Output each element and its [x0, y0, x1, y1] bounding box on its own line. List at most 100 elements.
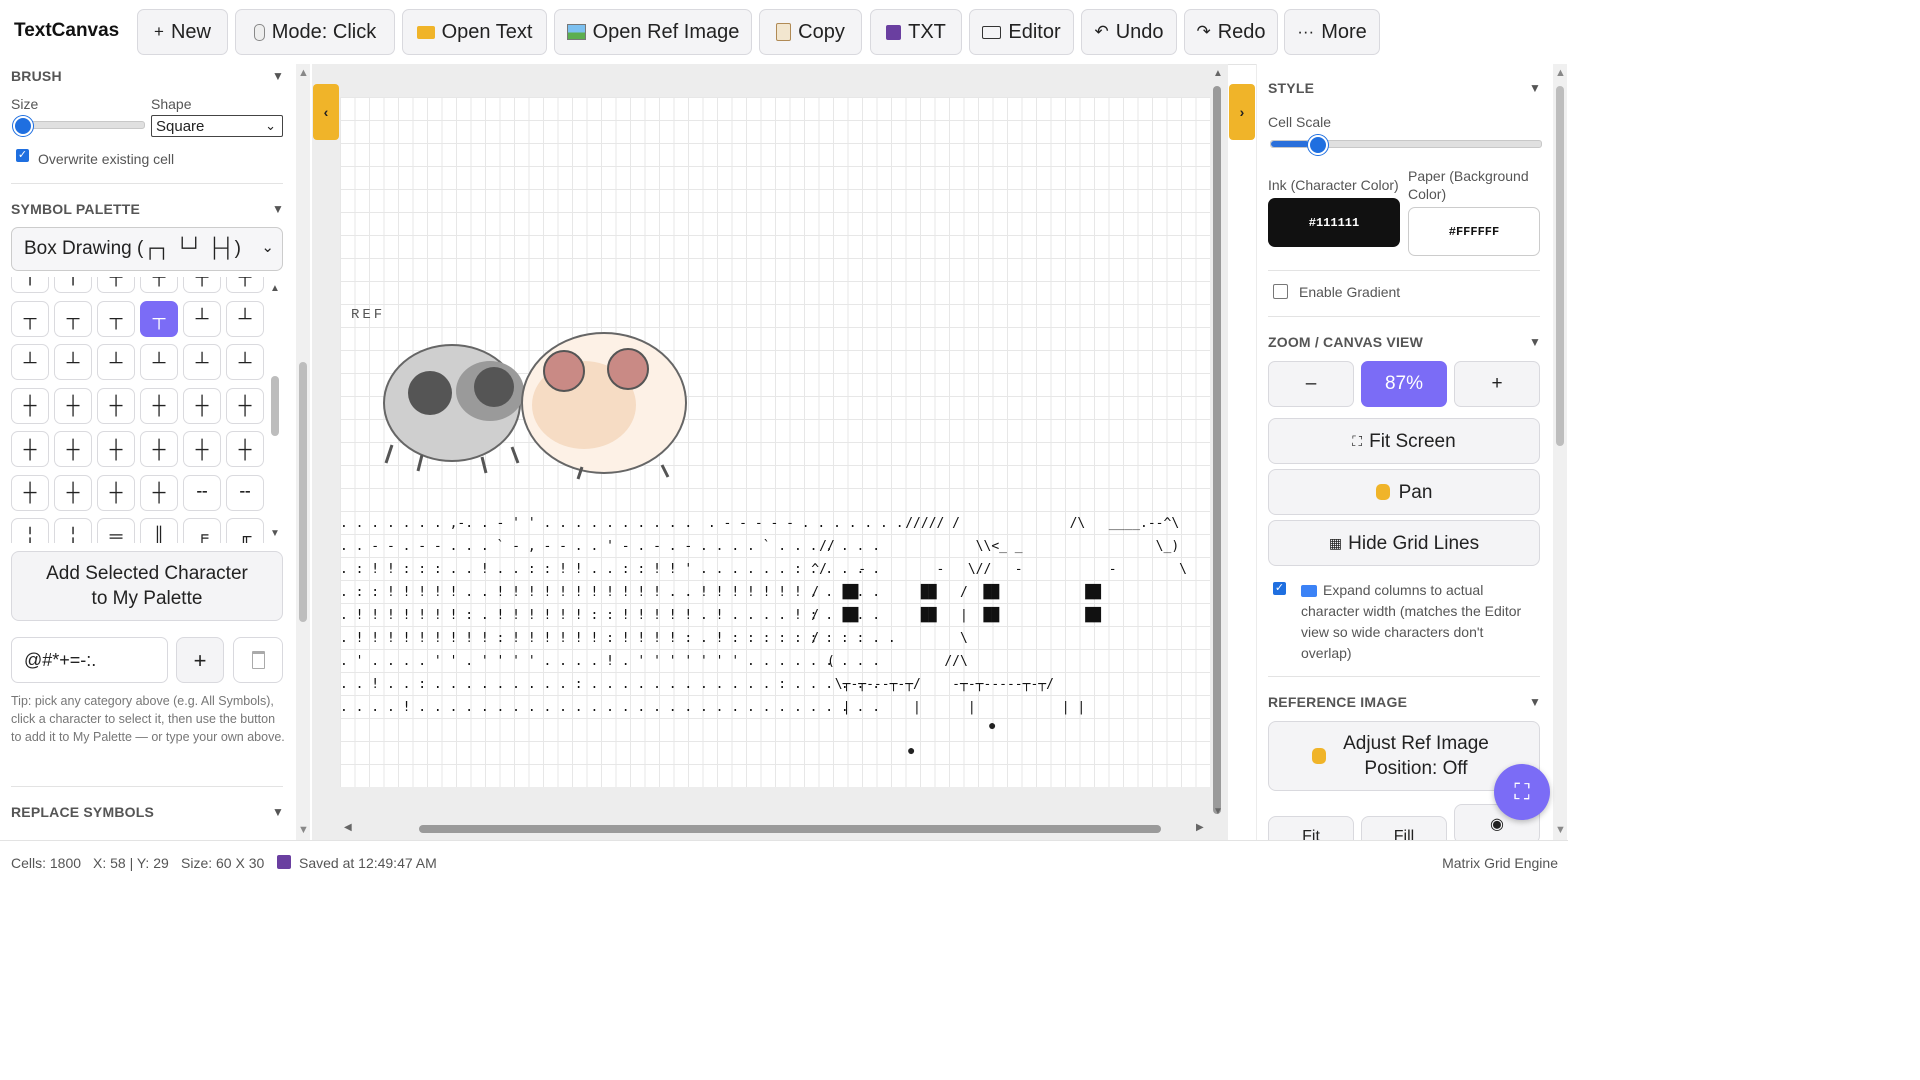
symbol-button[interactable]: ┼ [140, 474, 178, 511]
symbol-button[interactable]: ┼ [54, 387, 92, 424]
symbol-button[interactable]: ┼ [140, 431, 178, 467]
symbol-button[interactable]: ┼ [54, 474, 92, 511]
palette-scrollbar-thumb[interactable] [271, 376, 279, 436]
collapse-triangle-icon[interactable]: ▼ [1529, 335, 1541, 349]
symbol-button[interactable]: ┴ [11, 344, 49, 380]
symbol-category-select[interactable]: Box Drawing (┌┐ └┘ ├┤) ⌄ [11, 227, 283, 271]
symbol-button[interactable]: ┴ [97, 344, 135, 380]
symbol-button[interactable]: ╷ [11, 277, 49, 293]
shape-select[interactable]: Square ⌄ [151, 115, 283, 137]
left-panel-scrollbar-thumb[interactable] [299, 362, 307, 622]
collapse-triangle-icon[interactable]: ▼ [272, 69, 284, 83]
hide-grid-lines-button[interactable]: ▦ Hide Grid Lines [1268, 520, 1540, 566]
symbol-button[interactable]: ╒ [183, 518, 221, 543]
scroll-up-icon[interactable]: ▲ [1555, 67, 1566, 79]
txt-button[interactable]: TXT [870, 9, 962, 55]
symbol-button[interactable]: ┼ [226, 431, 264, 467]
symbol-button[interactable]: ╤ [226, 277, 264, 293]
overwrite-checkbox[interactable]: ✓ [16, 149, 29, 162]
symbol-button[interactable]: ┬ [140, 300, 178, 337]
scroll-down-icon[interactable]: ▼ [1213, 806, 1223, 817]
symbol-button[interactable]: ┴ [183, 344, 221, 380]
right-panel-scrollbar-thumb[interactable] [1556, 86, 1564, 446]
symbol-button[interactable]: ┼ [11, 474, 49, 511]
pan-button[interactable]: Pan [1268, 469, 1540, 515]
open-text-button[interactable]: Open Text [402, 9, 547, 55]
symbol-button[interactable]: ╎ [54, 518, 92, 543]
zoom-in-button[interactable]: + [1454, 361, 1540, 407]
new-button[interactable]: + New [137, 9, 228, 55]
symbol-button[interactable]: ┬ [54, 300, 92, 337]
symbol-button[interactable]: ┼ [140, 387, 178, 424]
symbol-button[interactable]: ┼ [183, 431, 221, 467]
symbol-button[interactable]: ┴ [226, 300, 264, 337]
scroll-right-icon[interactable]: ▶ [1196, 822, 1204, 833]
cell-scale-slider-thumb[interactable] [1308, 135, 1328, 155]
floppy-disk-icon [277, 855, 291, 869]
zoom-level[interactable]: 87% [1361, 361, 1447, 407]
collapse-triangle-icon[interactable]: ▼ [272, 805, 284, 819]
symbol-button[interactable]: ┼ [226, 387, 264, 424]
custom-symbols-input[interactable]: @#*+=-:. [11, 637, 168, 683]
symbol-button[interactable]: ═ [97, 518, 135, 543]
open-ref-image-button[interactable]: Open Ref Image [554, 9, 752, 55]
add-symbol-button[interactable]: + [176, 637, 224, 683]
brush-size-slider-thumb[interactable] [13, 116, 33, 136]
reference-image [383, 332, 687, 480]
scroll-down-icon[interactable]: ▼ [270, 528, 280, 539]
symbol-button[interactable]: ╤ [183, 277, 221, 293]
collapse-triangle-icon[interactable]: ▼ [1529, 81, 1541, 95]
scroll-up-icon[interactable]: ▲ [298, 67, 309, 79]
ink-color-swatch[interactable]: #111111 [1268, 198, 1400, 247]
canvas-vertical-scrollbar[interactable] [1213, 86, 1221, 814]
collapse-left-tab[interactable]: ‹ [313, 84, 339, 140]
symbol-button[interactable]: ┼ [183, 387, 221, 424]
fullscreen-fab-button[interactable]: ⛶ [1494, 764, 1550, 820]
symbol-button[interactable]: ┼ [11, 387, 49, 424]
editor-button[interactable]: Editor [969, 9, 1074, 55]
canvas-horizontal-scrollbar[interactable] [419, 825, 1161, 833]
symbol-button[interactable]: ┬ [97, 300, 135, 337]
symbol-button[interactable]: ┴ [54, 344, 92, 380]
delete-symbol-button[interactable] [233, 637, 283, 683]
symbol-button[interactable]: ┴ [183, 300, 221, 337]
collapse-triangle-icon[interactable]: ▼ [1529, 695, 1541, 709]
symbol-button[interactable]: ┴ [140, 344, 178, 380]
symbol-button[interactable]: ╤ [140, 277, 178, 293]
add-to-palette-button[interactable]: Add Selected Character to My Palette [11, 551, 283, 621]
scroll-left-icon[interactable]: ◀ [344, 822, 352, 833]
symbol-button[interactable]: ┼ [11, 431, 49, 467]
scroll-down-icon[interactable]: ▼ [298, 824, 309, 836]
scroll-down-icon[interactable]: ▼ [1555, 824, 1566, 836]
symbol-button[interactable]: ╌ [183, 474, 221, 511]
symbol-button[interactable]: ┼ [97, 431, 135, 467]
undo-button[interactable]: ↶ Undo [1081, 9, 1177, 55]
expand-columns-checkbox[interactable]: ✓ [1273, 582, 1286, 595]
more-button[interactable]: ··· More [1284, 9, 1380, 55]
symbol-button[interactable]: ┴ [226, 344, 264, 380]
symbol-button[interactable]: ╌ [226, 474, 264, 511]
symbol-button[interactable]: ┼ [97, 387, 135, 424]
symbol-button[interactable]: ║ [140, 518, 178, 543]
gradient-checkbox[interactable] [1273, 284, 1288, 299]
scroll-up-icon[interactable]: ▲ [1213, 68, 1223, 79]
drawing-canvas[interactable]: REF . . . . . . . ,-. . - ' ' . . . . . … [340, 97, 1210, 787]
scroll-up-icon[interactable]: ▲ [270, 283, 280, 294]
redo-button[interactable]: ↷ Redo [1184, 9, 1278, 55]
fit-screen-button[interactable]: ⛶ Fit Screen [1268, 418, 1540, 464]
mode-button[interactable]: Mode: Click [235, 9, 395, 55]
copy-button[interactable]: Copy [759, 9, 862, 55]
collapse-right-tab[interactable]: › [1229, 84, 1255, 140]
symbol-button[interactable]: ╷ [54, 277, 92, 293]
symbol-button[interactable]: ╎ [11, 518, 49, 543]
symbol-button[interactable]: ╤ [97, 277, 135, 293]
zoom-out-button[interactable]: – [1268, 361, 1354, 407]
ref-fit-button[interactable]: Fit [1268, 816, 1354, 840]
symbol-button[interactable]: ┬ [11, 300, 49, 337]
ref-fill-button[interactable]: Fill [1361, 816, 1447, 840]
symbol-button[interactable]: ┼ [54, 431, 92, 467]
symbol-button[interactable]: ┼ [97, 474, 135, 511]
collapse-triangle-icon[interactable]: ▼ [272, 202, 284, 216]
paper-color-swatch[interactable]: #FFFFFF [1408, 207, 1540, 256]
symbol-button[interactable]: ╓ [226, 518, 264, 543]
